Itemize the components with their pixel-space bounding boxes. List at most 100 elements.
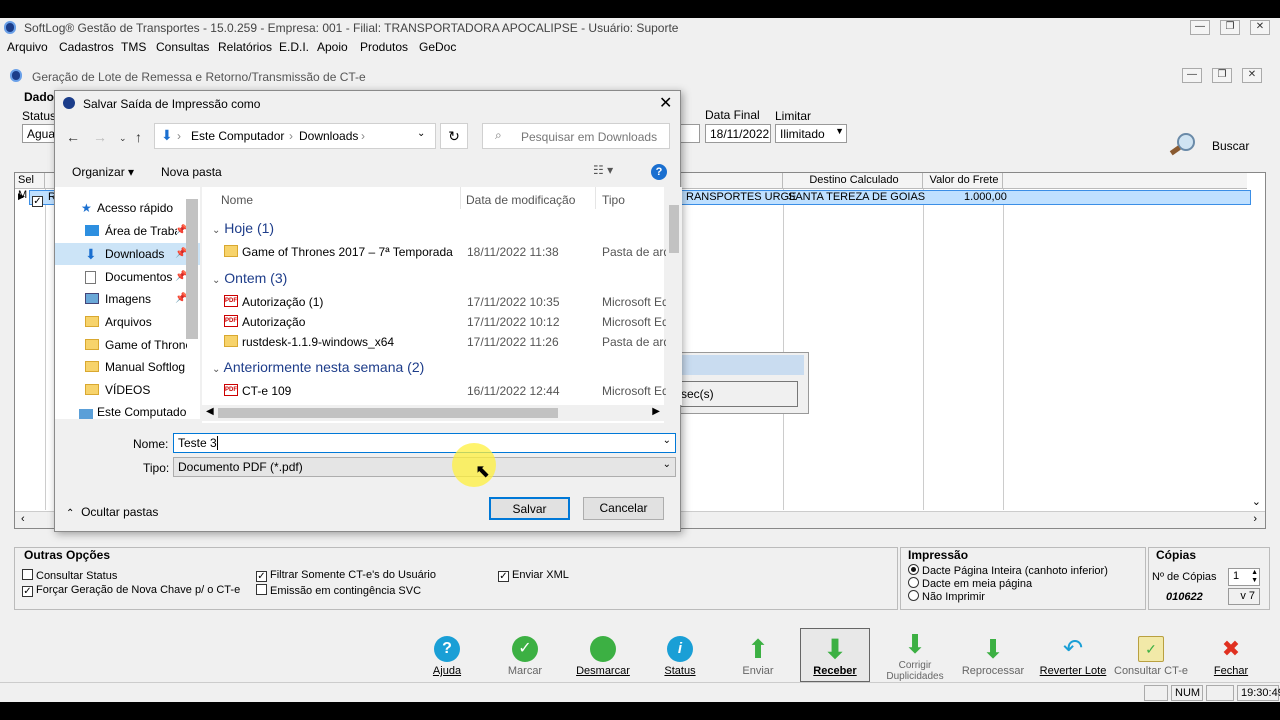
back-arrow-icon[interactable]: ← — [66, 129, 80, 145]
file-vscrollbar[interactable] — [666, 187, 682, 405]
dacte-meia-pagina-radio[interactable]: Dacte em meia página — [908, 577, 1032, 590]
list-item[interactable]: PDFCT-e 10916/11/2022 12:44Microsoft Edg… — [202, 381, 666, 401]
minimize-button[interactable]: — — [1190, 20, 1210, 35]
forcar-chave-checkbox[interactable]: ✓ Forçar Geração de Nova Chave p/ o CT-e — [22, 584, 240, 597]
scroll-right-icon[interactable]: ▶ — [652, 406, 660, 417]
dados-section-label: Dado — [24, 90, 54, 104]
nav-videos[interactable]: VÍDEOS — [55, 379, 200, 401]
nav-scrollbar[interactable] — [186, 199, 198, 339]
menu-relatorios[interactable]: Relatórios — [218, 40, 272, 54]
nav-downloads[interactable]: ⬇ Downloads 📌 — [55, 243, 200, 265]
inner-restore-button[interactable]: ❐ — [1212, 68, 1232, 83]
nav-este-computador[interactable]: Este Computador — [55, 407, 200, 419]
marcar-button[interactable]: ✓ Marcar — [490, 636, 560, 677]
salvar-button[interactable]: Salvar — [489, 497, 570, 520]
copias-stepper[interactable]: 1 ▲ ▼ — [1228, 568, 1260, 586]
nav-arquivos[interactable]: Arquivos — [55, 311, 200, 333]
menu-consultas[interactable]: Consultas — [156, 40, 209, 54]
breadcrumb-downloads[interactable]: Downloads — [299, 129, 358, 143]
column-header-type[interactable]: Tipo — [602, 193, 625, 207]
row-checkbox[interactable]: ✓ — [32, 192, 46, 207]
corrigir-duplicidades-button[interactable]: ⬇ Corrigir Duplicidades — [880, 631, 950, 682]
search-icon: ⌕ — [495, 128, 502, 142]
copias-label: Nº de Cópias — [1152, 571, 1217, 583]
up-arrow-icon[interactable]: ↑ — [135, 129, 142, 145]
menu-arquivo[interactable]: Arquivo — [7, 40, 48, 54]
nova-pasta-button[interactable]: Nova pasta — [161, 165, 222, 179]
nav-area-de-trabalho[interactable]: Área de Trabalho📌 — [55, 220, 200, 242]
contingencia-svc-checkbox[interactable]: Emissão em contingência SVC — [256, 584, 421, 597]
filtrar-usuario-checkbox[interactable]: ✓ Filtrar Somente CT-e's do Usuário — [256, 569, 436, 582]
enviar-button[interactable]: ⬆ Enviar — [723, 636, 793, 677]
group-hoje[interactable]: ⌄ Hoje (1) — [212, 220, 274, 236]
menu-apoio[interactable]: Apoio — [317, 40, 348, 54]
close-button[interactable]: ✕ — [1250, 20, 1270, 35]
nav-imagens[interactable]: Imagens 📌 — [55, 288, 200, 310]
group-ontem[interactable]: ⌄ Ontem (3) — [212, 270, 287, 286]
dacte-pagina-inteira-radio[interactable]: Dacte Página Inteira (canhoto inferior) — [908, 564, 1108, 577]
nav-manual-softlog[interactable]: Manual Softlog I — [55, 356, 200, 378]
recent-chevron-icon[interactable]: ⌄ — [119, 133, 127, 144]
nao-imprimir-radio[interactable]: Não Imprimir — [908, 590, 985, 603]
consultar-status-checkbox[interactable]: Consultar Status — [22, 569, 117, 582]
nav-game-of-thrones[interactable]: Game of Thrones — [55, 334, 200, 356]
search-input[interactable]: ⌕ Pesquisar em Downloads — [482, 123, 670, 149]
limit-select[interactable]: Ilimitado ▼ — [775, 124, 847, 143]
scroll-thumb[interactable] — [218, 408, 558, 418]
forward-arrow-icon[interactable]: → — [93, 129, 107, 145]
menu-tms[interactable]: TMS — [121, 40, 146, 54]
grid-header-destino[interactable]: Destino Calculado — [783, 173, 923, 189]
menu-cadastros[interactable]: Cadastros — [59, 40, 114, 54]
inner-close-button[interactable]: ✕ — [1242, 68, 1262, 83]
refresh-icon[interactable]: ↻ — [440, 123, 468, 149]
dialog-close-icon[interactable]: ✕ — [659, 93, 672, 113]
receber-button[interactable]: ⬇ Receber — [800, 628, 870, 682]
inner-minimize-button[interactable]: — — [1182, 68, 1202, 83]
breadcrumb-este-computador[interactable]: Este Computador — [191, 129, 284, 143]
fechar-button[interactable]: ✖ Fechar — [1196, 636, 1266, 677]
enviar-xml-checkbox[interactable]: ✓ Enviar XML — [498, 569, 569, 582]
restore-button[interactable]: ❐ — [1220, 20, 1240, 35]
reverter-lote-button[interactable]: ↶ Reverter Lote — [1038, 636, 1108, 678]
column-header-date[interactable]: Data de modificação — [466, 193, 575, 207]
group-anteriormente[interactable]: ⌄ Anteriormente nesta semana (2) — [212, 359, 424, 375]
desmarcar-button[interactable]: Desmarcar — [568, 636, 638, 677]
view-options-icon[interactable]: ☷ ▾ — [593, 163, 613, 177]
file-hscrollbar[interactable]: ◀ ▶ — [202, 405, 664, 421]
status-button[interactable]: i Status — [645, 636, 715, 677]
column-header-name[interactable]: Nome — [221, 193, 253, 207]
scroll-down-icon[interactable]: ⌄ — [1252, 495, 1261, 508]
ocultar-pastas-button[interactable]: ⌃ Ocultar pastas — [66, 505, 158, 519]
scroll-left-icon[interactable]: ‹ — [21, 513, 25, 525]
address-dropdown-icon[interactable]: ⌄ — [417, 128, 425, 139]
list-item[interactable]: PDF Autorização 17/11/2022 10:12 Microsoft … — [202, 312, 666, 332]
filetype-select[interactable]: Documento PDF (*.pdf) ⌄ — [173, 457, 676, 477]
grid-header-sel[interactable]: Sel M — [15, 173, 45, 201]
copias-title: Cópias — [1156, 548, 1197, 562]
search-icon[interactable] — [1168, 132, 1198, 158]
menu-edi[interactable]: E.D.I. — [279, 40, 309, 54]
date-final-field[interactable]: 18/11/2022 — [705, 124, 771, 143]
stepper-arrows-icon[interactable]: ▲ ▼ — [1251, 569, 1258, 585]
scroll-thumb[interactable] — [669, 205, 679, 253]
menu-produtos[interactable]: Produtos — [360, 40, 408, 54]
nav-acesso-rapido[interactable]: ★ Acesso rápido — [55, 197, 200, 219]
list-item[interactable]: PDF Autorização (1) 17/11/2022 10:35 Micros… — [202, 292, 666, 312]
scroll-left-icon[interactable]: ◀ — [206, 406, 214, 417]
buscar-button[interactable]: Buscar — [1212, 139, 1249, 153]
filename-input[interactable]: Teste 3 ⌄ — [173, 433, 676, 453]
nav-documentos[interactable]: Documentos 📌 — [55, 266, 200, 288]
consultar-cte-button[interactable]: ✓ Consultar CT-e — [1112, 636, 1190, 677]
list-item[interactable]: rustdesk-1.1.9-windows_x64 17/11/2022 11:… — [202, 332, 666, 352]
list-item[interactable]: Game of Thrones 2017 – 7ª Temporada C...… — [202, 242, 666, 262]
grid-header-frete[interactable]: Valor do Frete — [923, 173, 1003, 189]
reprocessar-button[interactable]: ⬇ Reprocessar — [958, 636, 1028, 677]
help-icon[interactable]: ? — [651, 164, 667, 180]
ajuda-button[interactable]: ? Ajuda — [412, 636, 482, 677]
menu-gedoc[interactable]: GeDoc — [419, 40, 456, 54]
cancelar-button[interactable]: Cancelar — [583, 497, 664, 520]
organizar-button[interactable]: Organizar ▾ — [72, 165, 134, 179]
address-bar[interactable]: ⬇ › Este Computador › Downloads › ⌄ — [154, 123, 436, 149]
scroll-right-icon[interactable]: › — [1253, 513, 1257, 525]
chevron-down-icon[interactable]: ⌄ — [663, 435, 671, 446]
